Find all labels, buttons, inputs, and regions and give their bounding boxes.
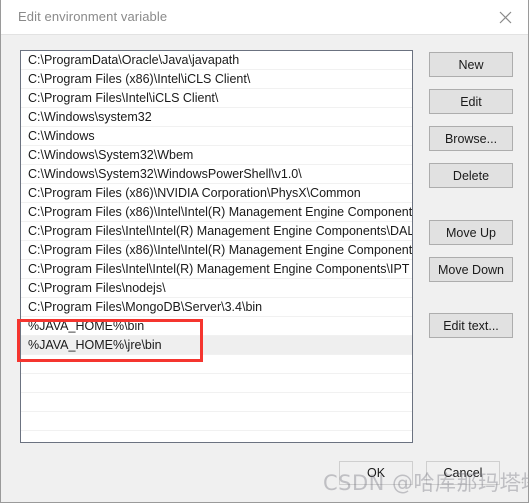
list-item[interactable]: C:\Program Files\Intel\Intel(R) Manageme… — [21, 260, 412, 279]
new-button[interactable]: New — [429, 52, 513, 77]
list-item[interactable]: C:\Program Files\Intel\iCLS Client\ — [21, 89, 412, 108]
list-item[interactable]: C:\Program Files (x86)\NVIDIA Corporatio… — [21, 184, 412, 203]
resize-grip-icon — [518, 478, 524, 484]
close-icon[interactable] — [482, 0, 528, 34]
list-item-empty[interactable] — [21, 393, 412, 412]
list-item[interactable]: C:\Program Files\MongoDB\Server\3.4\bin — [21, 298, 412, 317]
list-item[interactable]: C:\Windows\System32\Wbem — [21, 146, 412, 165]
list-item[interactable]: C:\Windows\system32 — [21, 108, 412, 127]
browse-button[interactable]: Browse... — [429, 126, 513, 151]
list-item-empty[interactable] — [21, 374, 412, 393]
list-item[interactable]: C:\Program Files\nodejs\ — [21, 279, 412, 298]
move-up-button[interactable]: Move Up — [429, 220, 513, 245]
list-item[interactable]: C:\ProgramData\Oracle\Java\javapath — [21, 51, 412, 70]
list-item[interactable]: C:\Program Files (x86)\Intel\Intel(R) Ma… — [21, 241, 412, 260]
list-item[interactable]: %JAVA_HOME%\bin — [21, 317, 412, 336]
list-item[interactable]: %JAVA_HOME%\jre\bin — [21, 336, 412, 355]
dialog-title: Edit environment variable — [18, 9, 168, 24]
list-item[interactable]: C:\Program Files (x86)\Intel\Intel(R) Ma… — [21, 203, 412, 222]
list-item[interactable]: C:\Program Files\Intel\Intel(R) Manageme… — [21, 222, 412, 241]
list-item[interactable]: C:\Windows\System32\WindowsPowerShell\v1… — [21, 165, 412, 184]
list-item[interactable]: C:\Windows — [21, 127, 412, 146]
title-bar: Edit environment variable — [1, 0, 528, 35]
edit-environment-variable-dialog: Edit environment variable C:\ProgramData… — [0, 0, 529, 503]
ok-button[interactable]: OK — [339, 461, 413, 485]
path-list[interactable]: C:\ProgramData\Oracle\Java\javapath C:\Pr… — [20, 50, 413, 443]
edit-text-button[interactable]: Edit text... — [429, 313, 513, 338]
move-down-button[interactable]: Move Down — [429, 257, 513, 282]
edit-button[interactable]: Edit — [429, 89, 513, 114]
cancel-button[interactable]: Cancel — [426, 461, 500, 485]
list-item-empty[interactable] — [21, 412, 412, 431]
delete-button[interactable]: Delete — [429, 163, 513, 188]
list-item[interactable]: C:\Program Files (x86)\Intel\iCLS Client… — [21, 70, 412, 89]
list-item-empty[interactable] — [21, 355, 412, 374]
